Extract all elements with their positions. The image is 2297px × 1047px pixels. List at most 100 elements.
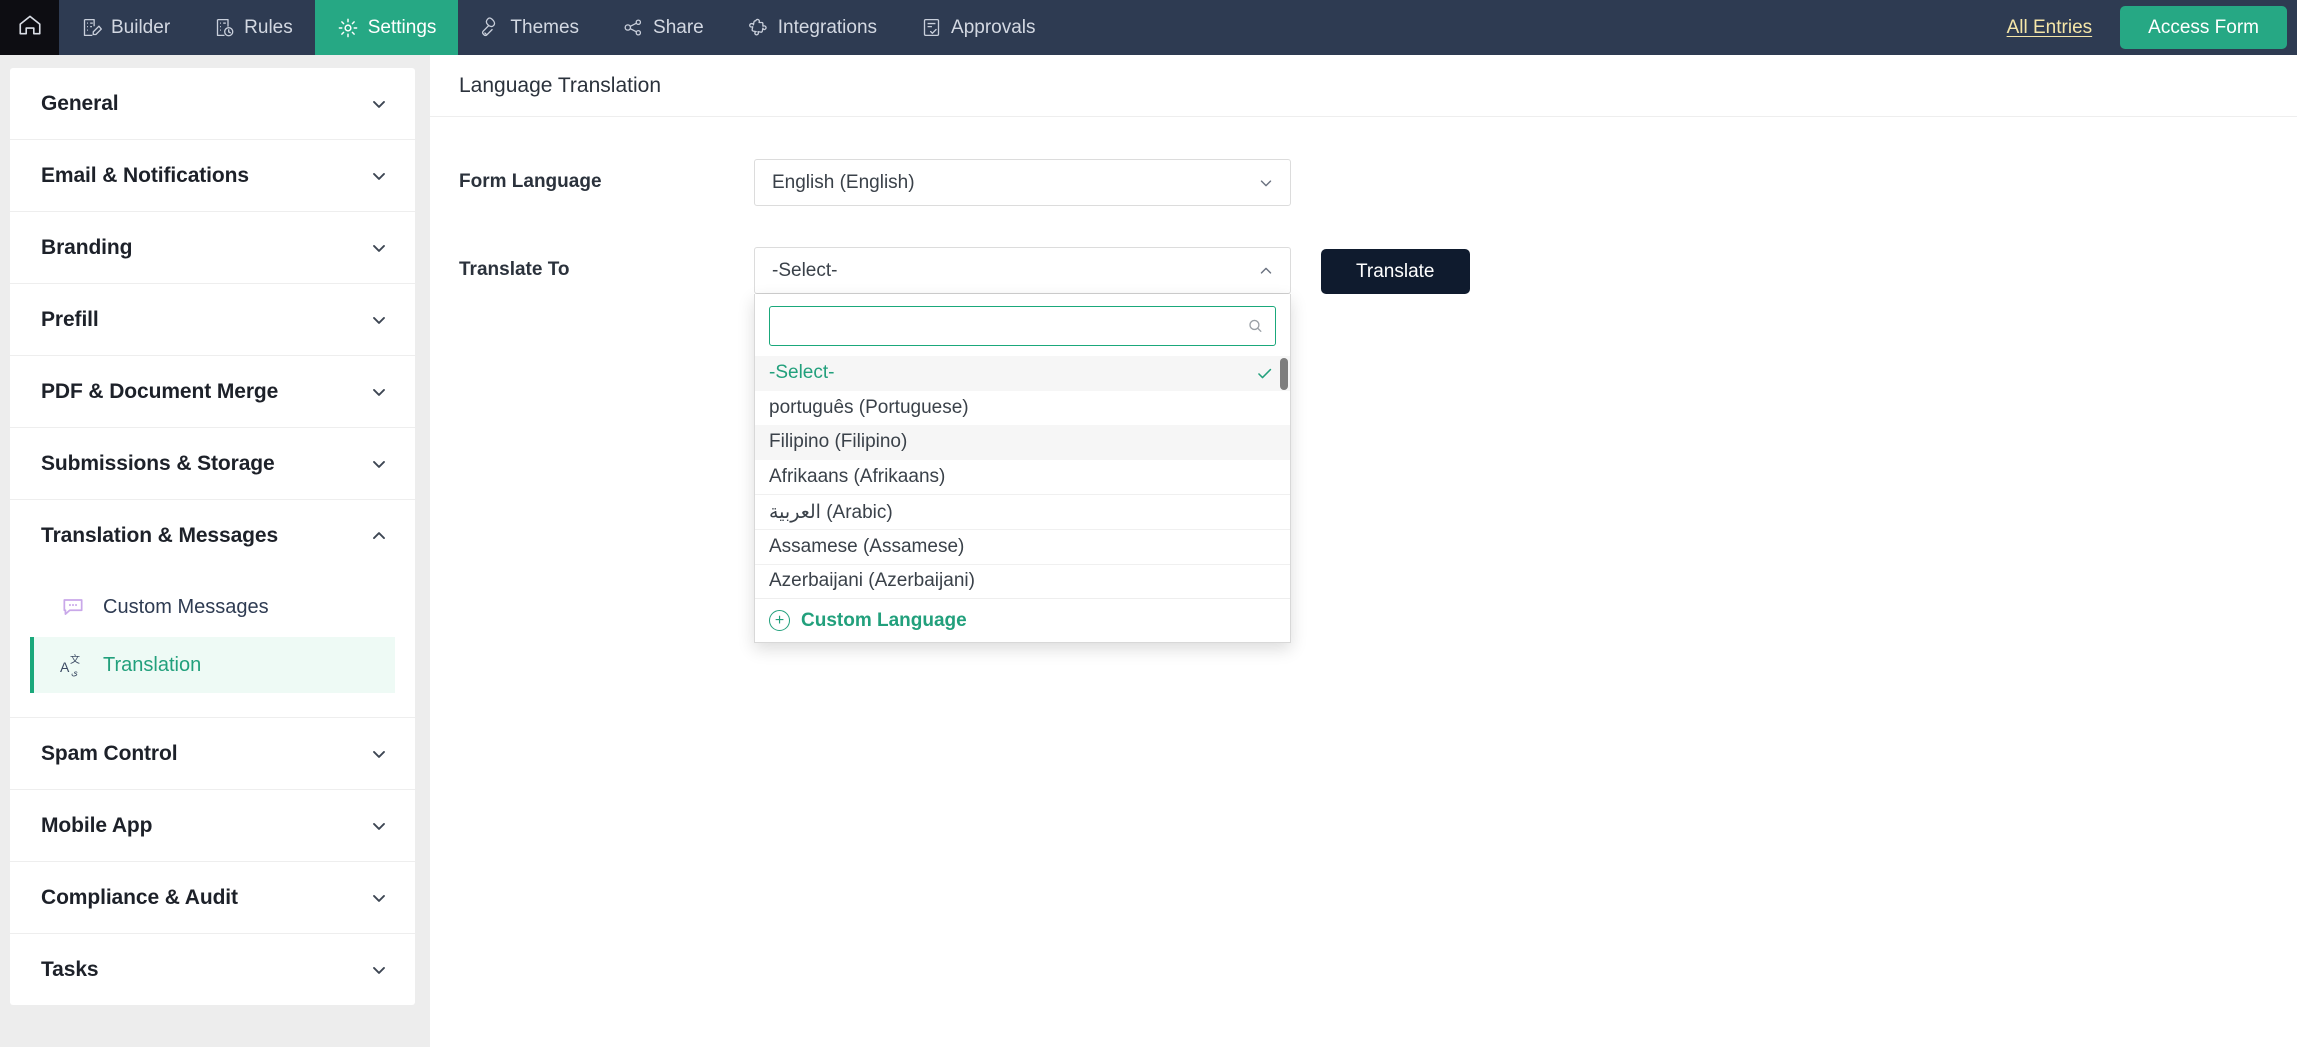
tab-label: Rules [244,17,293,39]
tab-settings[interactable]: Settings [315,0,459,55]
option-label: Filipino (Filipino) [769,431,907,453]
sidebar-item-email-notifications[interactable]: Email & Notifications [10,140,415,211]
translate-button[interactable]: Translate [1321,249,1470,294]
sidebar-group-mobile-app: Mobile App [10,790,415,862]
tab-approvals[interactable]: Approvals [899,0,1058,55]
sidebar-subitem-label: Custom Messages [103,596,269,619]
chevron-down-icon [369,744,389,764]
chevron-down-icon [369,888,389,908]
dropdown-search-wrapper [755,294,1290,356]
check-icon [1255,364,1274,383]
tab-share[interactable]: Share [601,0,726,55]
tab-label: Approvals [951,17,1036,39]
sidebar-group-label: Compliance & Audit [41,886,238,910]
dropdown-option-arabic[interactable]: العربية (Arabic) [755,494,1290,529]
dropdown-option-afrikaans[interactable]: Afrikaans (Afrikaans) [755,460,1290,495]
translate-to-label: Translate To [459,247,754,281]
puzzle-piece-icon [748,17,769,38]
tab-builder[interactable]: Builder [59,0,192,55]
dropdown-option-portuguese[interactable]: português (Portuguese) [755,391,1290,426]
dropdown-option-list[interactable]: -Select- português (Portuguese) Filipino… [755,356,1290,598]
speech-bubble-icon [59,594,87,620]
sidebar-subitems: Custom Messages A 文 ی Translation [10,571,415,717]
tab-themes[interactable]: Themes [458,0,601,55]
tab-label: Settings [368,17,437,39]
chevron-up-icon [1257,262,1275,280]
option-label: Assamese (Assamese) [769,536,964,558]
tab-label: Integrations [778,17,877,39]
svg-text:文: 文 [70,653,80,666]
tab-rules[interactable]: Rules [192,0,315,55]
sidebar-group-compliance-audit: Compliance & Audit [10,862,415,934]
chevron-down-icon [369,238,389,258]
option-label: العربية (Arabic) [769,501,893,524]
chevron-down-icon [369,816,389,836]
access-form-button[interactable]: Access Form [2120,6,2287,49]
search-input[interactable] [770,307,1275,345]
form-language-label: Form Language [459,159,754,193]
sidebar-item-general[interactable]: General [10,68,415,139]
translation-form: Form Language English (English) Translat… [430,117,2297,294]
sidebar-group-submissions-storage: Submissions & Storage [10,428,415,500]
form-language-select[interactable]: English (English) [754,159,1291,206]
sidebar-item-mobile-app[interactable]: Mobile App [10,790,415,861]
sidebar-item-branding[interactable]: Branding [10,212,415,283]
sidebar-group-label: Tasks [41,958,99,982]
language-dropdown-panel: -Select- português (Portuguese) Filipino… [754,294,1291,643]
sidebar-subitem-label: Translation [103,654,201,677]
chevron-down-icon [369,382,389,402]
sidebar-item-pdf-document-merge[interactable]: PDF & Document Merge [10,356,415,427]
sidebar-group-label: PDF & Document Merge [41,380,278,404]
page-title: Language Translation [459,74,661,98]
top-navigation-bar: Builder Rules Settings [0,0,2297,55]
all-entries-link[interactable]: All Entries [2007,0,2093,55]
dropdown-option-azerbaijani[interactable]: Azerbaijani (Azerbaijani) [755,564,1290,598]
tab-integrations[interactable]: Integrations [726,0,899,55]
dropdown-search-field[interactable] [769,306,1276,346]
dropdown-option-assamese[interactable]: Assamese (Assamese) [755,529,1290,564]
plus-circle-icon: + [769,610,790,631]
sidebar-group-pdf-document-merge: PDF & Document Merge [10,356,415,428]
form-language-control: English (English) [754,159,1291,206]
sidebar-group-label: Branding [41,236,132,260]
sidebar-item-spam-control[interactable]: Spam Control [10,718,415,789]
sidebar-group-label: Mobile App [41,814,152,838]
sidebar-group-translation-messages: Translation & Messages [10,500,415,718]
sidebar-group-prefill: Prefill [10,284,415,356]
dropdown-option-select[interactable]: -Select- [755,356,1290,391]
chevron-down-icon [1257,174,1275,192]
home-icon [17,12,43,43]
form-language-row: Form Language English (English) [430,159,2297,206]
sidebar-group-label: Email & Notifications [41,164,249,188]
chevron-down-icon [369,454,389,474]
top-nav-items: Builder Rules Settings [59,0,1058,55]
translate-to-select[interactable]: -Select- [754,247,1291,294]
scrollbar-thumb[interactable] [1280,358,1288,390]
dropdown-scrollbar[interactable] [1280,358,1288,596]
custom-language-label: Custom Language [801,610,967,632]
sidebar-item-submissions-storage[interactable]: Submissions & Storage [10,428,415,499]
svg-text:A: A [60,659,70,675]
home-button[interactable] [0,0,59,55]
approvals-checklist-icon [921,17,942,38]
form-language-value: English (English) [772,172,915,194]
tab-label: Themes [510,17,579,39]
sidebar-item-compliance-audit[interactable]: Compliance & Audit [10,862,415,933]
sidebar-item-translation[interactable]: A 文 ی Translation [30,637,395,693]
sidebar-item-custom-messages[interactable]: Custom Messages [30,579,395,635]
tab-label: Builder [111,17,170,39]
svg-text:ی: ی [71,668,78,678]
share-nodes-icon [623,17,644,38]
chevron-down-icon [369,94,389,114]
sidebar-item-prefill[interactable]: Prefill [10,284,415,355]
sidebar-group-label: Prefill [41,308,99,332]
sidebar-group-label: Submissions & Storage [41,452,275,476]
sidebar-item-translation-messages[interactable]: Translation & Messages [10,500,415,571]
sidebar-item-tasks[interactable]: Tasks [10,934,415,1005]
sidebar-group-tasks: Tasks [10,934,415,1005]
sidebar-group-label: General [41,92,119,116]
dropdown-option-filipino[interactable]: Filipino (Filipino) [755,425,1290,460]
tab-label: Share [653,17,704,39]
paint-brush-icon [480,17,501,38]
custom-language-button[interactable]: + Custom Language [755,598,1290,642]
